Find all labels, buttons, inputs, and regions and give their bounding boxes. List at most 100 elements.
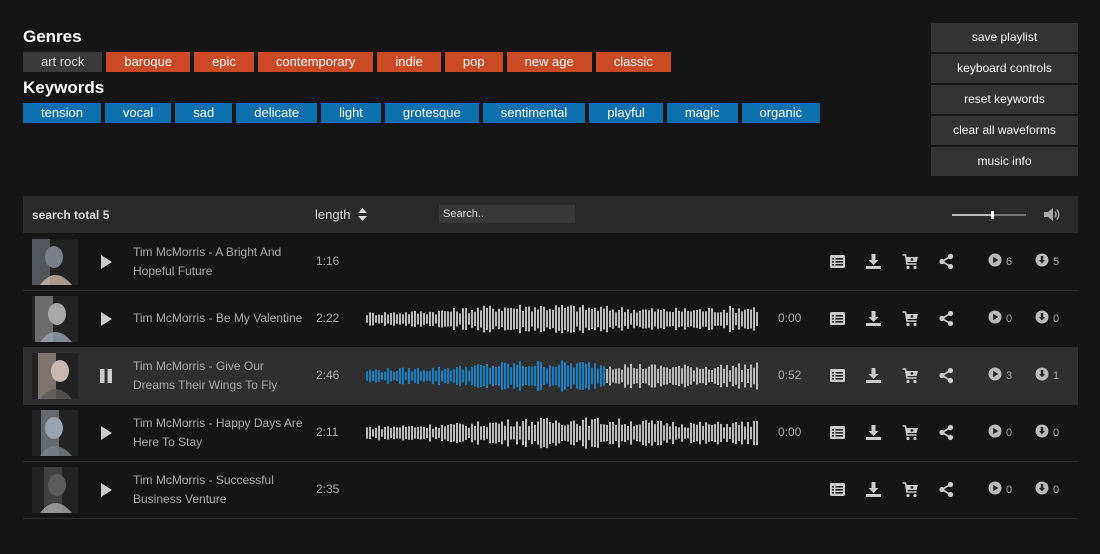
volume-handle[interactable] xyxy=(990,211,994,219)
track-title[interactable]: Tim McMorris - A Bright And Hopeful Futu… xyxy=(133,243,305,281)
waveform[interactable] xyxy=(366,417,761,449)
waveform-bar xyxy=(450,311,452,327)
waveform-bar xyxy=(522,420,524,446)
keyword-tag[interactable]: grotesque xyxy=(384,103,479,123)
download-icon[interactable] xyxy=(865,310,882,327)
length-sort-header[interactable]: length xyxy=(315,207,368,222)
waveform-bar xyxy=(423,427,425,439)
waveform-bar xyxy=(444,311,446,327)
track-current-time: 0:52 xyxy=(778,368,802,382)
waveform-bar xyxy=(384,312,386,326)
waveform-bar xyxy=(726,312,728,326)
keyword-tag[interactable]: playful xyxy=(589,103,663,123)
waveform-bar xyxy=(453,308,455,330)
keyboard-controls-button[interactable]: keyboard controls xyxy=(931,54,1078,83)
cart-icon[interactable] xyxy=(902,310,919,327)
waveform-bar xyxy=(432,312,434,326)
waveform-bar xyxy=(609,310,611,328)
waveform-bar xyxy=(531,366,533,386)
share-icon[interactable] xyxy=(938,253,955,270)
share-icon[interactable] xyxy=(938,424,955,441)
play-icon[interactable] xyxy=(97,424,115,442)
waveform-bar xyxy=(519,361,521,391)
cart-icon[interactable] xyxy=(902,253,919,270)
waveform-bar xyxy=(408,314,410,324)
volume-icon[interactable] xyxy=(1044,207,1062,222)
waveform-bar xyxy=(399,313,401,325)
keyword-tag[interactable]: magic xyxy=(666,103,738,123)
genre-tag[interactable]: contemporary xyxy=(257,52,374,72)
share-icon[interactable] xyxy=(938,481,955,498)
genre-tag[interactable]: pop xyxy=(444,52,503,72)
waveform-bar xyxy=(465,308,467,330)
waveform-bar xyxy=(381,315,383,323)
keyword-tag[interactable]: organic xyxy=(741,103,821,123)
download-icon[interactable] xyxy=(865,253,882,270)
keyword-tag[interactable]: sentimental xyxy=(482,103,586,123)
waveform-bar xyxy=(540,417,542,449)
save-playlist-button[interactable]: save playlist xyxy=(931,23,1078,52)
track-info-icon[interactable] xyxy=(829,310,846,327)
waveform[interactable] xyxy=(366,303,761,335)
cart-icon[interactable] xyxy=(902,424,919,441)
genre-tag[interactable]: classic xyxy=(595,52,671,72)
search-input[interactable] xyxy=(439,205,575,223)
track-title[interactable]: Tim McMorris - Be My Valentine xyxy=(133,309,305,328)
waveform-bar xyxy=(486,363,488,389)
clear-all-waveforms-button[interactable]: clear all waveforms xyxy=(931,116,1078,145)
cart-icon[interactable] xyxy=(902,367,919,384)
waveform-bar xyxy=(663,425,665,441)
track-title[interactable]: Tim McMorris - Happy Days Are Here To St… xyxy=(133,414,305,452)
play-icon[interactable] xyxy=(97,253,115,271)
download-icon[interactable] xyxy=(865,367,882,384)
download-icon[interactable] xyxy=(865,481,882,498)
play-icon[interactable] xyxy=(97,310,115,328)
waveform-bar xyxy=(513,308,515,330)
waveform-bar xyxy=(663,367,665,385)
waveform-bar xyxy=(393,312,395,326)
keyword-tag[interactable]: light xyxy=(321,103,381,123)
waveform-bar xyxy=(504,307,506,331)
share-icon[interactable] xyxy=(938,310,955,327)
music-info-button[interactable]: music info xyxy=(931,147,1078,176)
waveform-bar xyxy=(573,306,575,332)
waveform-bar xyxy=(543,418,545,448)
keyword-tag[interactable]: delicate xyxy=(236,103,318,123)
cart-icon[interactable] xyxy=(902,481,919,498)
track-title[interactable]: Tim McMorris - Give Our Dreams Their Win… xyxy=(133,357,305,395)
track-info-icon[interactable] xyxy=(829,424,846,441)
waveform[interactable] xyxy=(366,360,761,392)
genre-tag[interactable]: indie xyxy=(377,52,441,72)
keyword-tag[interactable]: tension xyxy=(23,103,101,123)
download-icon[interactable] xyxy=(865,424,882,441)
track-info-icon[interactable] xyxy=(829,367,846,384)
keyword-tag[interactable]: vocal xyxy=(104,103,172,123)
genre-tag[interactable]: new age xyxy=(506,52,592,72)
waveform-bar xyxy=(648,366,650,386)
track-info-icon[interactable] xyxy=(829,253,846,270)
waveform-bar xyxy=(558,307,560,331)
waveform-bar xyxy=(723,309,725,329)
waveform-bar xyxy=(537,421,539,445)
pause-icon[interactable] xyxy=(97,367,115,385)
genre-tag[interactable]: epic xyxy=(194,52,254,72)
share-icon[interactable] xyxy=(938,367,955,384)
waveform-bar xyxy=(627,309,629,329)
waveform-bar xyxy=(495,366,497,386)
waveform-bar xyxy=(612,309,614,329)
track-info-icon[interactable] xyxy=(829,481,846,498)
waveform-bar xyxy=(576,363,578,389)
waveform-bar xyxy=(735,422,737,444)
reset-keywords-button[interactable]: reset keywords xyxy=(931,85,1078,114)
waveform-bar xyxy=(747,421,749,445)
waveform-bar xyxy=(609,366,611,386)
genre-tag[interactable]: baroque xyxy=(106,52,191,72)
waveform-bar xyxy=(594,307,596,331)
volume-slider[interactable] xyxy=(952,211,1026,219)
track-title[interactable]: Tim McMorris - Successful Business Ventu… xyxy=(133,471,305,509)
waveform-bar xyxy=(681,424,683,442)
play-icon[interactable] xyxy=(97,481,115,499)
keyword-tag[interactable]: sad xyxy=(175,103,233,123)
waveform-bar xyxy=(705,366,707,386)
genre-tag[interactable]: art rock xyxy=(23,52,103,72)
